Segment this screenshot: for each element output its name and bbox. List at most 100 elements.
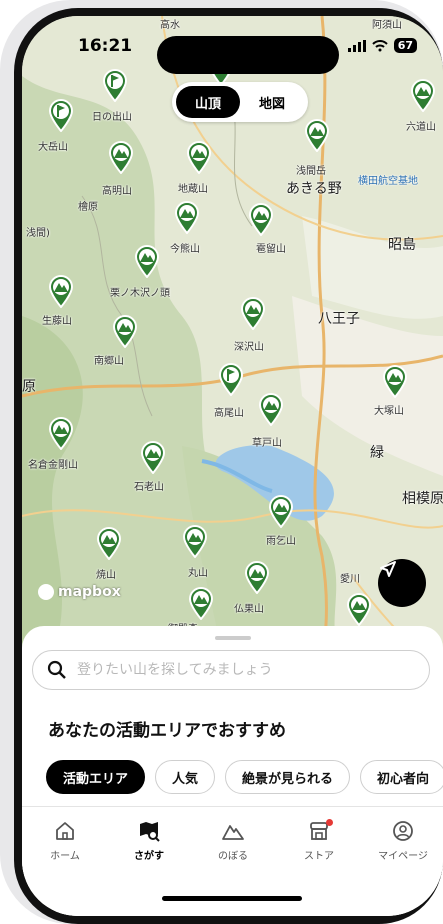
map-view[interactable]: 日の出山 大岳山 高明山 地蔵山 浅間岳 あきる野 横田航空基地 六道山 檜原 … xyxy=(22,16,443,656)
map-label: 栗ノ木沢ノ頭 xyxy=(110,288,170,299)
screen: 日の出山 大岳山 高明山 地蔵山 浅間岳 あきる野 横田航空基地 六道山 檜原 … xyxy=(22,16,443,916)
map-label: 緑 xyxy=(370,445,384,461)
map-label: 石老山 xyxy=(134,482,164,493)
map-label: 焼山 xyxy=(96,570,116,581)
tab-store[interactable]: ストア xyxy=(284,819,354,862)
map-label: 浅間) xyxy=(26,228,50,239)
map-label: 日の出山 xyxy=(92,112,132,123)
mountain-pin-icon[interactable] xyxy=(48,274,74,308)
tab-label: ストア xyxy=(304,851,334,862)
mountain-pin-icon[interactable] xyxy=(248,202,274,236)
notification-dot xyxy=(326,819,333,826)
map-label: 相模原 xyxy=(402,491,443,507)
map-search-icon xyxy=(140,822,160,842)
map-label: 浅間岳 xyxy=(296,166,326,177)
battery-indicator: 67 xyxy=(393,38,417,53)
mountain-pin-icon[interactable] xyxy=(108,140,134,174)
chip-popular[interactable]: 人気 xyxy=(155,760,216,794)
mapbox-logo-icon xyxy=(38,584,54,600)
tab-climb[interactable]: のぼる xyxy=(198,819,268,862)
trailhead-pin-icon[interactable] xyxy=(102,68,128,102)
mapbox-attribution[interactable]: mapbox xyxy=(38,584,121,600)
map-label: 今熊山 xyxy=(170,244,200,255)
map-label: 高尾山 xyxy=(214,408,244,419)
clock: 16:21 xyxy=(78,36,133,56)
home-indicator xyxy=(162,896,302,901)
map-label: あきる野 xyxy=(286,181,342,197)
home-icon xyxy=(56,822,74,840)
sheet-handle[interactable] xyxy=(215,636,251,640)
tab-label: のぼる xyxy=(218,851,248,862)
map-label: 愛川 xyxy=(340,574,360,585)
mountain-pin-icon[interactable] xyxy=(382,364,408,398)
wifi-icon xyxy=(371,39,388,51)
toggle-map[interactable]: 地図 xyxy=(240,86,304,118)
map-label: 地蔵山 xyxy=(178,184,208,195)
mountain-pin-icon[interactable] xyxy=(174,200,200,234)
tab-label: さがす xyxy=(134,851,164,862)
mapbox-text: mapbox xyxy=(58,584,121,600)
map-label: 深沢山 xyxy=(234,342,264,353)
map-label: 丸山 xyxy=(188,568,208,579)
chip-activity-area[interactable]: 活動エリア xyxy=(46,760,146,794)
mountain-pin-icon[interactable] xyxy=(96,526,122,560)
cellular-icon xyxy=(347,39,366,52)
map-label: 雹留山 xyxy=(256,244,286,255)
mountain-pin-icon[interactable] xyxy=(410,78,436,112)
mountain-pin-icon[interactable] xyxy=(304,118,330,152)
search-bar[interactable] xyxy=(32,650,430,690)
mountain-icon xyxy=(222,825,244,840)
status-bar: 16:21 67 xyxy=(22,36,443,74)
map-label: 生藤山 xyxy=(42,316,72,327)
mountain-pin-icon[interactable] xyxy=(240,296,266,330)
chip-beginner[interactable]: 初心者向 xyxy=(360,760,443,794)
map-label: 高明山 xyxy=(102,186,132,197)
trailhead-pin-icon[interactable] xyxy=(48,98,74,132)
status-icons: 67 xyxy=(347,38,417,53)
user-icon xyxy=(393,821,413,841)
map-label: 南郷山 xyxy=(94,356,124,367)
chip-scenic[interactable]: 絶景が見られる xyxy=(225,760,351,794)
map-label: 横田航空基地 xyxy=(358,176,418,187)
mountain-pin-icon[interactable] xyxy=(134,244,160,278)
mountain-pin-icon[interactable] xyxy=(188,586,214,620)
map-label: 六道山 xyxy=(406,122,436,133)
map-label: 大岳山 xyxy=(38,142,68,153)
mountain-pin-icon[interactable] xyxy=(258,392,284,426)
tab-mypage[interactable]: マイページ xyxy=(368,819,438,862)
tab-label: ホーム xyxy=(50,851,80,862)
mountain-pin-icon[interactable] xyxy=(268,494,294,528)
map-label: 大塚山 xyxy=(374,406,404,417)
map-label: 檜原 xyxy=(78,202,98,213)
mountain-pin-icon[interactable] xyxy=(346,592,372,626)
mountain-pin-icon[interactable] xyxy=(112,314,138,348)
mountain-pin-icon[interactable] xyxy=(48,416,74,450)
map-mode-toggle: 山頂 地図 xyxy=(172,82,308,122)
map-label: 原 xyxy=(22,379,36,395)
phone-frame: 日の出山 大岳山 高明山 地蔵山 浅間岳 あきる野 横田航空基地 六道山 檜原 … xyxy=(0,0,443,924)
map-label: 阿須山 xyxy=(372,20,402,31)
mountain-pin-icon[interactable] xyxy=(182,524,208,558)
map-label: 高水 xyxy=(160,20,180,31)
toggle-mountain[interactable]: 山頂 xyxy=(176,86,240,118)
dynamic-island xyxy=(157,36,339,74)
map-label: 草戸山 xyxy=(252,438,282,449)
filter-chips: 活動エリア 人気 絶景が見られる 初心者向 xyxy=(46,760,443,794)
tab-label: マイページ xyxy=(378,851,428,862)
mountain-pin-icon[interactable] xyxy=(140,440,166,474)
mountain-pin-icon[interactable] xyxy=(186,140,212,174)
tab-home[interactable]: ホーム xyxy=(30,819,100,862)
map-label: 昭島 xyxy=(388,237,416,253)
location-arrow-icon xyxy=(380,561,396,577)
trailhead-pin-icon[interactable] xyxy=(218,362,244,396)
map-label: 名倉金剛山 xyxy=(28,460,78,471)
map-label: 八王子 xyxy=(318,311,360,327)
tab-search[interactable]: さがす xyxy=(114,819,184,862)
locate-button[interactable] xyxy=(378,559,426,607)
mountain-pin-icon[interactable] xyxy=(244,560,270,594)
map-label: 仏果山 xyxy=(234,604,264,615)
section-title: あなたの活動エリアでおすすめ xyxy=(48,721,286,741)
search-input[interactable] xyxy=(77,662,397,678)
search-icon xyxy=(47,660,66,679)
map-label: 雨乞山 xyxy=(266,536,296,547)
